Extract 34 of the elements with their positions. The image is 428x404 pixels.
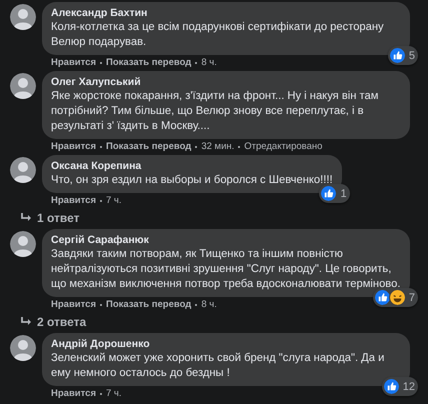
like-link[interactable]: Нравится bbox=[51, 299, 96, 311]
reaction-badge[interactable]: 5 bbox=[388, 46, 418, 65]
avatar[interactable] bbox=[10, 73, 36, 99]
reply-arrow-icon bbox=[20, 317, 32, 327]
like-link[interactable]: Нравится bbox=[51, 57, 96, 69]
author-name[interactable]: Андрій Дорошенко bbox=[51, 337, 401, 351]
avatar[interactable] bbox=[10, 335, 36, 361]
reaction-badge[interactable]: 12 bbox=[382, 377, 418, 396]
reaction-badge[interactable]: 1 bbox=[319, 184, 350, 203]
replies-link[interactable]: 2 ответа bbox=[20, 315, 428, 329]
author-name[interactable]: Олег Халупський bbox=[51, 75, 401, 89]
timestamp[interactable]: 8 ч. bbox=[201, 57, 217, 69]
like-link[interactable]: Нравится bbox=[51, 195, 96, 207]
edited-label: Отредактировано bbox=[244, 141, 322, 153]
author-name[interactable]: Александр Бахтин bbox=[51, 6, 401, 20]
author-name[interactable]: Оксана Корепина bbox=[51, 159, 333, 173]
replies-link[interactable]: 1 ответ bbox=[20, 211, 428, 225]
author-name[interactable]: Сергій Сарафанюк bbox=[51, 233, 401, 247]
comment-text: Яке жорстоке покарання, з'їздити на фронт... Ну і накуя він там потрібний? Тим більше, що Велюр знову все переплутає, і в результаті з' їздить в Москву.... bbox=[51, 89, 380, 134]
timestamp[interactable]: 7 ч. bbox=[106, 388, 122, 400]
translate-link[interactable]: Показать перевод bbox=[106, 299, 192, 311]
avatar[interactable] bbox=[10, 157, 36, 183]
comment-text: Коля-котлетка за це всім подарункові сертифікати до ресторану Велюр подарував. bbox=[51, 20, 385, 50]
avatar[interactable] bbox=[10, 231, 36, 257]
reaction-badge[interactable]: 7 bbox=[372, 288, 418, 307]
avatar[interactable] bbox=[10, 4, 36, 30]
like-link[interactable]: Нравится bbox=[51, 141, 96, 153]
timestamp[interactable]: 8 ч. bbox=[201, 299, 217, 311]
reply-arrow-icon bbox=[20, 213, 32, 223]
like-link[interactable]: Нравится bbox=[51, 388, 96, 400]
timestamp[interactable]: 32 мин. bbox=[201, 141, 234, 153]
timestamp[interactable]: 7 ч. bbox=[106, 195, 122, 207]
translate-link[interactable]: Показать перевод bbox=[106, 57, 192, 69]
translate-link[interactable]: Показать перевод bbox=[106, 141, 192, 153]
